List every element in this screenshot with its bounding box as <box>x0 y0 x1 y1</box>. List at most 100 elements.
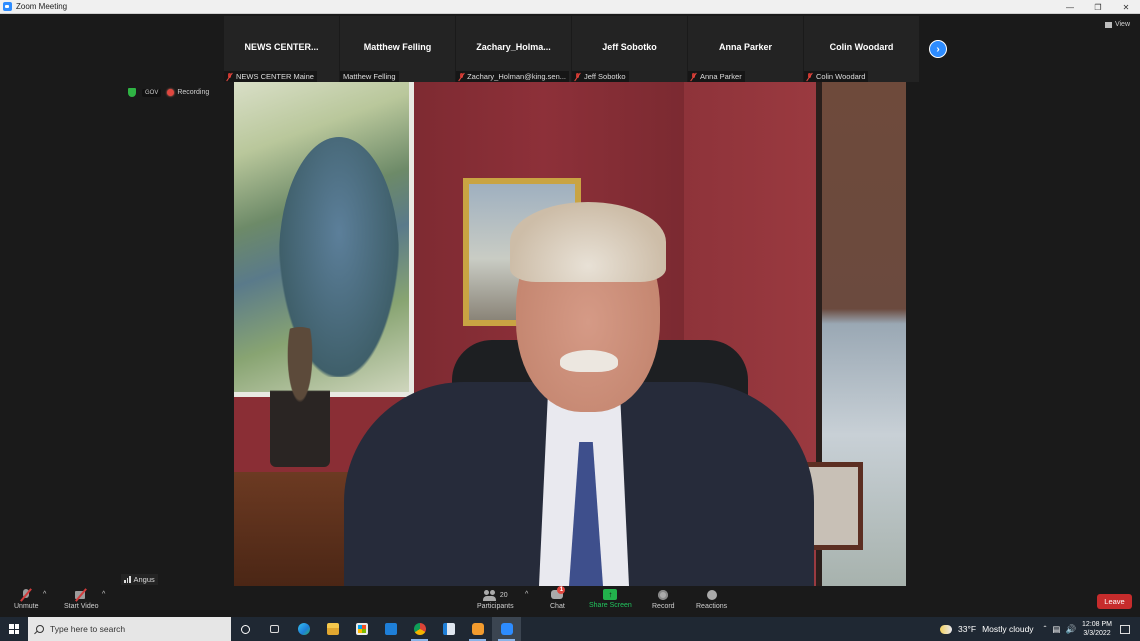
recording-label: Recording <box>177 89 210 96</box>
participant-tile[interactable]: Jeff Sobotko Jeff Sobotko <box>572 16 687 82</box>
reactions-label: Reactions <box>696 603 728 610</box>
participant-strip: NEWS CENTER... NEWS CENTER Maine Matthew… <box>224 16 947 82</box>
signal-strength-icon <box>124 576 131 583</box>
start-button[interactable] <box>0 617 28 641</box>
search-placeholder: Type here to search <box>50 624 126 634</box>
reactions-button[interactable]: Reactions <box>696 589 727 610</box>
participants-button[interactable]: 20 Participants <box>477 589 514 610</box>
taskbar-clock[interactable]: 12:08 PM 3/3/2022 <box>1082 620 1112 638</box>
participant-display-name: Jeff Sobotko <box>602 42 657 52</box>
search-icon <box>36 625 44 633</box>
participant-tile[interactable]: Colin Woodard Colin Woodard <box>804 16 919 82</box>
weather-description[interactable]: Mostly cloudy <box>982 624 1034 634</box>
weather-temp[interactable]: 33°F <box>958 624 976 634</box>
window-titlebar: Zoom Meeting — ❐ ✕ <box>0 0 1140 14</box>
self-view-name-label: Angus <box>121 574 158 585</box>
show-hidden-icons-chevron-icon[interactable]: ˆ <box>1044 624 1047 634</box>
participant-display-name: Matthew Felling <box>363 42 432 52</box>
video-person-mustache <box>560 350 618 372</box>
gov-badge: GOV <box>142 88 162 97</box>
cortana-button[interactable] <box>231 617 260 641</box>
video-off-icon <box>74 589 88 601</box>
unmute-button[interactable]: Unmute <box>14 589 39 610</box>
participant-label-text: Colin Woodard <box>816 72 866 81</box>
view-label: View <box>1114 21 1130 28</box>
participant-name-label: Zachary_Holman@king.sen... <box>456 71 569 82</box>
phone-app-button[interactable] <box>463 617 492 641</box>
participant-label-text: Zachary_Holman@king.sen... <box>467 72 566 81</box>
meeting-status: GOV Recording <box>128 88 209 97</box>
chevron-right-icon: › <box>936 43 940 55</box>
mic-muted-icon <box>691 72 697 81</box>
phone-icon <box>471 623 484 635</box>
view-button[interactable]: View <box>1104 21 1130 28</box>
share-screen-label: Share Screen <box>589 602 632 609</box>
participant-name-label: Anna Parker <box>688 71 745 82</box>
participant-label-text: NEWS CENTER Maine <box>236 72 314 81</box>
participant-label-text: Jeff Sobotko <box>584 72 626 81</box>
network-icon[interactable]: ▤ <box>1052 624 1060 635</box>
shield-icon[interactable] <box>128 88 136 97</box>
zoom-icon <box>500 623 513 635</box>
weather-cloudy-icon[interactable] <box>940 624 953 634</box>
next-page-button[interactable]: › <box>929 40 947 58</box>
active-speaker-video <box>234 82 906 586</box>
participant-display-name: Colin Woodard <box>829 42 894 52</box>
participants-label: Participants <box>477 603 514 610</box>
leave-button[interactable]: Leave <box>1097 594 1132 609</box>
participant-tile[interactable]: Matthew Felling Matthew Felling <box>340 16 455 82</box>
window-controls: — ❐ ✕ <box>1056 0 1140 14</box>
maximize-button[interactable]: ❐ <box>1084 0 1112 14</box>
mail-icon <box>384 623 397 635</box>
close-button[interactable]: ✕ <box>1112 0 1140 14</box>
grid-icon <box>1104 21 1112 28</box>
share-screen-button[interactable]: ↑ Share Screen <box>589 589 632 609</box>
participant-display-name: Zachary_Holma... <box>476 42 551 52</box>
file-explorer-button[interactable] <box>318 617 347 641</box>
video-bust <box>270 327 330 467</box>
taskbar-search[interactable]: Type here to search <box>28 617 231 641</box>
record-button[interactable]: Record <box>652 589 675 610</box>
participant-name-label: Matthew Felling <box>340 71 399 82</box>
participants-icon <box>482 589 497 601</box>
recording-indicator[interactable]: Recording <box>167 89 209 96</box>
participant-display-name: Anna Parker <box>718 42 773 52</box>
volume-icon[interactable]: 🔊 <box>1065 624 1076 635</box>
cortana-icon <box>241 624 250 634</box>
reactions-icon <box>705 589 719 601</box>
clock-time: 12:08 PM <box>1082 621 1112 628</box>
self-name: Angus <box>133 575 155 584</box>
participant-tile[interactable]: NEWS CENTER... NEWS CENTER Maine <box>224 16 339 82</box>
chat-button[interactable]: 1 Chat <box>550 586 566 610</box>
share-screen-icon: ↑ <box>603 589 618 600</box>
recording-dot-icon <box>167 89 175 96</box>
chat-label: Chat <box>550 603 565 610</box>
mic-muted-icon <box>19 589 33 601</box>
mail-button[interactable] <box>376 617 405 641</box>
windows-taskbar: Type here to search 33°F Mostly cloudy ˆ… <box>0 617 1140 641</box>
task-view-button[interactable] <box>260 617 289 641</box>
clock-date: 3/3/2022 <box>1083 630 1111 637</box>
participants-options-caret[interactable]: ^ <box>525 591 528 598</box>
mic-muted-icon <box>227 72 233 81</box>
mic-muted-icon <box>459 72 464 81</box>
participant-tile[interactable]: Anna Parker Anna Parker <box>688 16 803 82</box>
chrome-button[interactable] <box>405 617 434 641</box>
video-options-caret[interactable]: ^ <box>102 591 105 598</box>
audio-options-caret[interactable]: ^ <box>43 591 46 598</box>
zoom-taskbar-button[interactable] <box>492 617 521 641</box>
record-icon <box>656 589 670 601</box>
notifications-icon[interactable] <box>1120 624 1130 634</box>
app-window-button[interactable] <box>434 617 463 641</box>
microsoft-store-button[interactable] <box>347 617 376 641</box>
app-window-icon <box>442 623 455 635</box>
windows-logo-icon <box>9 624 19 634</box>
folder-icon <box>326 623 339 635</box>
chat-unread-badge: 1 <box>557 586 566 594</box>
system-tray: 33°F Mostly cloudy ˆ ▤ 🔊 12:08 PM 3/3/20… <box>940 617 1140 641</box>
start-video-button[interactable]: Start Video <box>64 589 99 610</box>
minimize-button[interactable]: — <box>1056 0 1084 14</box>
participant-tile[interactable]: Zachary_Holma... Zachary_Holman@king.sen… <box>456 16 571 82</box>
edge-button[interactable] <box>289 617 318 641</box>
participant-label-text: Anna Parker <box>700 72 742 81</box>
